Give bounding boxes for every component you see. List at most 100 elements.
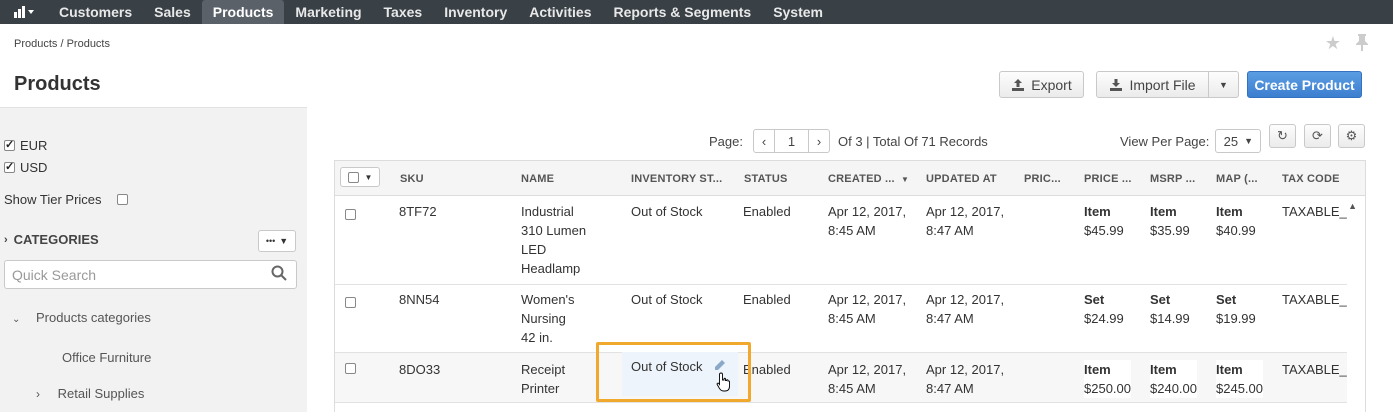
column-sku[interactable]: SKU [400,173,424,185]
nav-taxes[interactable]: Taxes [373,0,434,24]
scroll-up-icon[interactable]: ▲ [1348,201,1357,211]
caret-down-icon: ▼ [1244,136,1254,146]
column-map[interactable]: MAP (... [1216,173,1258,185]
import-dropdown-toggle[interactable]: ▼ [1208,71,1239,98]
nav-customers[interactable]: Customers [48,0,143,24]
column-price[interactable]: PRIC... [1024,173,1061,185]
price-cell[interactable]: Set $24.99 [1084,290,1124,328]
categories-actions-button[interactable]: ••• ▼ [258,230,296,252]
price-cell[interactable]: Item $45.99 [1084,202,1124,240]
map-value: $19.99 [1216,311,1256,326]
msrp-unit: Set [1150,292,1171,307]
nav-reports-segments[interactable]: Reports & Segments [602,0,762,24]
column-status[interactable]: STATUS [744,173,788,185]
price-unit: Item [1084,204,1111,219]
tier-prices-checkbox[interactable] [116,194,128,205]
map-value: $40.99 [1216,223,1256,238]
next-page-button[interactable]: › [807,129,830,153]
map-cell[interactable]: Item $245.00 [1216,360,1263,398]
nav-products[interactable]: Products [201,0,285,24]
created-time: 8:45 AM [828,311,876,326]
nav-activities[interactable]: Activities [518,0,602,24]
import-file-button[interactable]: Import File [1096,71,1209,98]
quick-search-input[interactable]: Quick Search [4,260,297,289]
records-summary: Of 3 | Total Of 71 Records [837,133,988,149]
column-updated-at[interactable]: UPDATED AT [926,173,997,185]
export-button[interactable]: Export [999,71,1084,98]
map-cell[interactable]: Set $19.99 [1216,290,1256,328]
column-name[interactable]: NAME [521,173,554,185]
inventory-status-cell[interactable]: Out of Stock [631,202,703,221]
highlight-box [596,342,751,402]
column-price-usd[interactable]: PRICE ... [1084,173,1132,185]
eur-label: EUR [20,138,48,153]
reset-button[interactable]: ↻ [1269,124,1296,148]
per-page-select[interactable]: 25 ▼ [1215,129,1262,153]
search-icon[interactable] [271,265,287,286]
currency-filter-eur[interactable]: EUR [4,138,47,153]
tax-code-cell: TAXABLE_ [1282,362,1347,377]
table-row[interactable]: 8DO33 Receipt Printer Enabled Apr 12, 20… [335,353,1347,403]
tree-node-retail-supplies[interactable]: › Retail Supplies [36,386,144,401]
tree-node-products-categories[interactable]: ⌄ Products categories [12,310,151,325]
grid-settings-button[interactable]: ⚙ [1338,124,1365,148]
categories-toggle[interactable]: › CATEGORIES [4,232,99,247]
column-created[interactable]: CREATED ... ▼ [828,173,909,185]
tree-node-office-furniture[interactable]: Office Furniture [62,350,151,365]
categories-label: CATEGORIES [13,232,99,247]
nav-sales[interactable]: Sales [143,0,202,24]
msrp-cell[interactable]: Set $14.99 [1150,290,1190,328]
map-cell[interactable]: Item $40.99 [1216,202,1256,240]
prev-page-button[interactable]: ‹ [752,129,775,153]
import-label: Import File [1129,76,1196,93]
table-row[interactable]: 8TF72 Industrial 310 Lumen LED Headlamp … [335,197,1347,285]
pin-icon[interactable] [1355,33,1369,56]
page-header-icons: ★ [1325,33,1369,56]
table-row[interactable]: 8NN54 Women's Nursing 42 in. Out of Stoc… [335,285,1347,353]
column-tax-code[interactable]: TAX CODE [1282,173,1340,185]
created-cell: Apr 12, 2017, 8:45 AM [828,202,906,240]
dashboard-menu-icon[interactable] [0,0,48,24]
refresh-button[interactable]: ⟳ [1304,124,1331,148]
tree-label: Retail Supplies [57,386,145,401]
select-all-checkbox[interactable] [347,171,359,183]
currency-filter-usd[interactable]: USD [4,160,47,175]
page-number-input[interactable]: 1 [774,129,808,153]
msrp-unit: Item [1150,204,1177,219]
row-checkbox[interactable] [345,363,356,374]
inventory-status-cell[interactable]: Out of Stock [631,290,703,309]
show-tier-prices[interactable]: Show Tier Prices [4,192,128,207]
mass-select-dropdown[interactable]: ▼ [340,167,380,187]
caret-down-icon: ▼ [1219,79,1228,90]
eur-checkbox[interactable] [4,138,15,151]
nav-inventory[interactable]: Inventory [433,0,518,24]
updated-date: Apr 12, 2017, [926,204,1005,219]
column-msrp[interactable]: MSRP ... [1150,173,1195,185]
name-line: Printer [521,381,560,396]
row-checkbox[interactable] [345,209,356,220]
column-inventory-status[interactable]: INVENTORY ST... [631,173,722,185]
status-cell: Enabled [743,204,791,219]
price-cell[interactable]: Item $250.00 [1084,360,1131,398]
sku-cell: 8DO33 [399,362,441,377]
breadcrumb[interactable]: Products / Products [14,38,110,50]
msrp-cell[interactable]: Item $35.99 [1150,202,1190,240]
chevron-right-icon: › [36,387,40,401]
price-value: $250.00 [1084,381,1131,396]
created-date: Apr 12, 2017, [828,204,907,219]
map-value: $245.00 [1216,381,1263,396]
tax-code-cell: TAXABLE_ [1282,204,1347,219]
row-checkbox[interactable] [345,297,356,308]
nav-system[interactable]: System [762,0,834,24]
name-cell: Industrial 310 Lumen LED Headlamp [521,202,586,278]
favorite-star-icon[interactable]: ★ [1325,33,1341,56]
tier-prices-label: Show Tier Prices [4,192,102,207]
msrp-cell[interactable]: Item $240.00 [1150,360,1197,398]
created-date: Apr 12, 2017, [828,362,907,377]
create-product-button[interactable]: Create Product [1247,71,1362,98]
nav-marketing[interactable]: Marketing [284,0,372,24]
msrp-value: $240.00 [1150,381,1197,396]
usd-checkbox[interactable] [4,160,15,173]
caret-down-icon: ▼ [279,236,289,246]
created-time: 8:45 AM [828,223,876,238]
